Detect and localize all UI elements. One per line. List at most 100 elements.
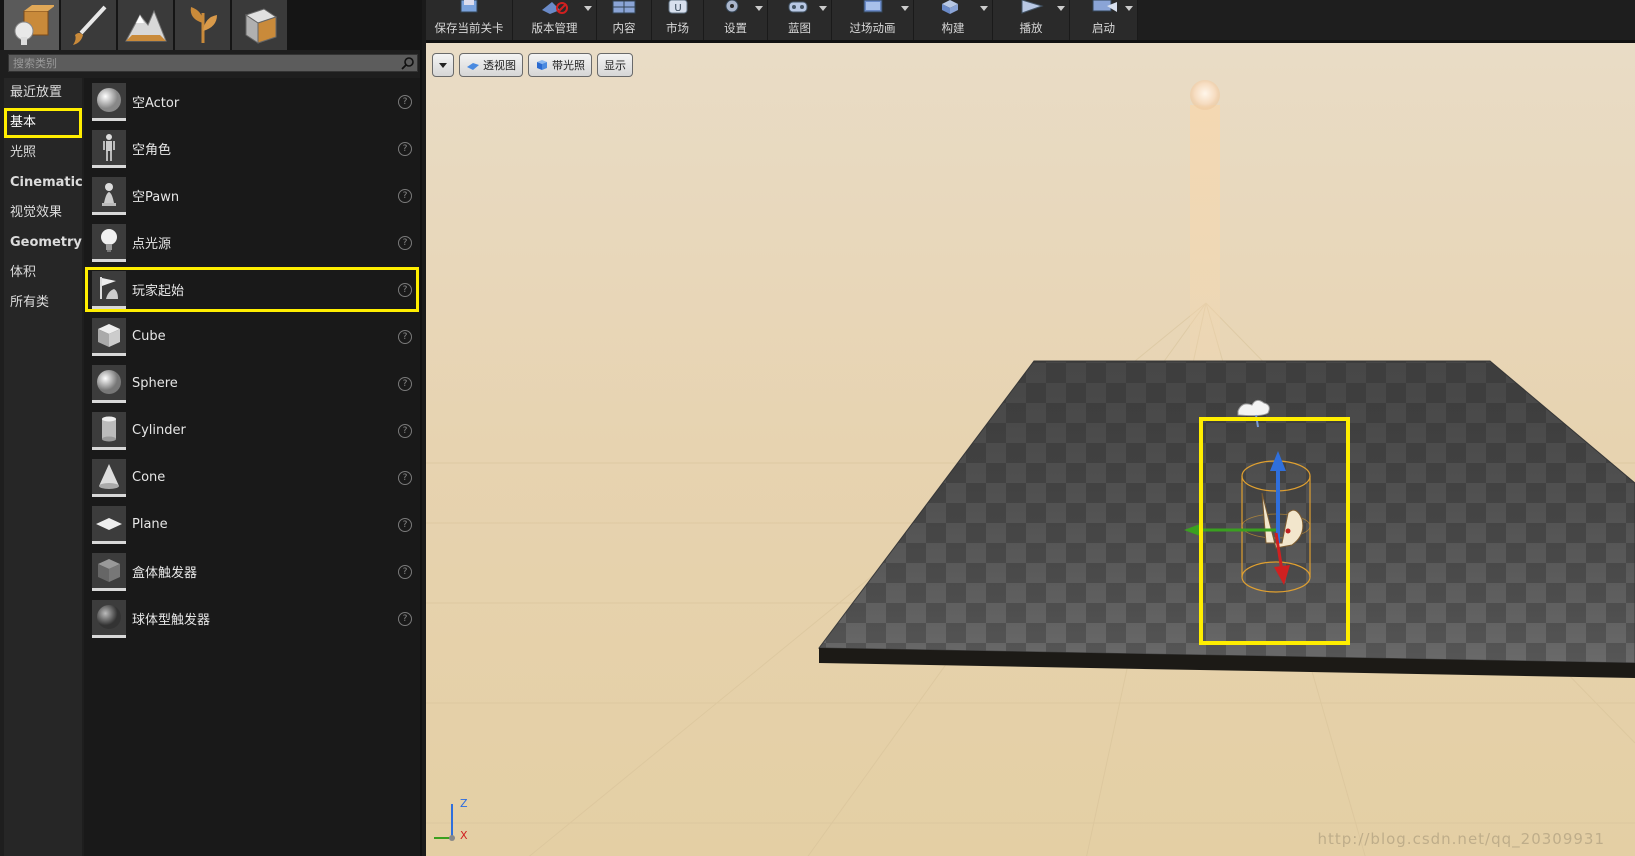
show-button[interactable]: 显示 — [597, 53, 633, 77]
help-icon[interactable]: ? — [398, 517, 412, 532]
item-label: Plane — [132, 517, 168, 532]
toolbar-label: 启动 — [1092, 21, 1115, 35]
viewport-options-button[interactable] — [432, 53, 454, 77]
toolbar-label: 版本管理 — [531, 21, 578, 35]
paint-mode-tab[interactable] — [61, 0, 116, 50]
search-input[interactable] — [9, 55, 399, 71]
axis-x-label: X — [460, 829, 468, 842]
cone-thumb — [92, 458, 126, 497]
launch-button[interactable]: 启动 — [1070, 0, 1138, 40]
cinematics-button[interactable]: 过场动画 — [832, 0, 914, 40]
list-item[interactable]: 空角色 ? — [84, 125, 420, 172]
list-item[interactable]: 球体型触发器 ? — [84, 595, 420, 642]
help-icon[interactable]: ? — [398, 282, 412, 297]
geometry-mode-tab[interactable] — [232, 0, 287, 50]
lit-cube-icon — [537, 60, 547, 70]
list-item[interactable]: 盒体触发器 ? — [84, 548, 420, 595]
settings-button[interactable]: 设置 — [704, 0, 768, 40]
empty-character-thumb — [92, 129, 126, 168]
help-icon[interactable]: ? — [398, 235, 412, 250]
modes-panel: 最近放置 基本 光照 Cinematic 视觉效果 Geometry 体积 所有… — [0, 0, 422, 856]
toolbar-label: 保存当前关卡 — [434, 21, 504, 35]
help-icon[interactable]: ? — [398, 94, 412, 109]
foliage-mode-tab[interactable] — [175, 0, 230, 50]
list-item[interactable]: Cylinder ? — [84, 407, 420, 454]
category-all-classes[interactable]: 所有类 — [4, 288, 82, 318]
source-control-icon — [541, 2, 568, 14]
place-mode-tab[interactable] — [4, 0, 59, 50]
marketplace-button[interactable]: U 市场 — [652, 0, 704, 40]
help-icon[interactable]: ? — [398, 141, 412, 156]
show-label: 显示 — [604, 59, 626, 72]
chevron-down-icon — [980, 6, 988, 11]
toolbar-label: 播放 — [1019, 21, 1043, 35]
list-item[interactable]: 点光源 ? — [84, 219, 420, 266]
chevron-down-icon — [901, 6, 909, 11]
landscape-mode-tab[interactable] — [118, 0, 173, 50]
category-cinematic[interactable]: Cinematic — [4, 168, 83, 198]
foliage-leaf-icon — [190, 7, 217, 43]
list-item[interactable]: Plane ? — [84, 501, 420, 548]
build-icon — [942, 0, 958, 14]
point-light-thumb — [92, 223, 126, 262]
category-basic[interactable]: 基本 — [4, 108, 82, 138]
chevron-down-icon — [819, 6, 827, 11]
cinematics-icon — [863, 0, 882, 13]
help-icon[interactable]: ? — [398, 470, 412, 485]
player-start-thumb — [92, 270, 126, 309]
category-lights[interactable]: 光照 — [4, 138, 82, 168]
category-geometry[interactable]: Geometry — [4, 228, 82, 258]
category-recent[interactable]: 最近放置 — [4, 78, 82, 108]
item-label: 球体型触发器 — [132, 613, 211, 628]
help-icon[interactable]: ? — [398, 188, 412, 203]
sphere-icon — [97, 370, 121, 394]
list-item[interactable]: 空Actor ? — [84, 78, 420, 125]
plane-thumb — [92, 505, 126, 544]
build-button[interactable]: 构建 — [914, 0, 993, 40]
launch-icon — [1092, 0, 1117, 12]
list-item[interactable]: Cube ? — [84, 313, 420, 360]
toolbar-label: 蓝图 — [788, 21, 811, 35]
toolbar-label: 内容 — [612, 21, 636, 35]
blueprint-icon — [788, 1, 807, 13]
help-icon[interactable]: ? — [398, 423, 412, 438]
pawn-icon — [102, 183, 116, 206]
blueprints-button[interactable]: 蓝图 — [768, 0, 832, 40]
search-icon[interactable] — [399, 55, 417, 71]
category-list: 最近放置 基本 光照 Cinematic 视觉效果 Geometry 体积 所有… — [4, 78, 83, 856]
item-label: Cone — [132, 470, 166, 485]
item-label: Cube — [132, 329, 166, 344]
list-item-player-start[interactable]: 玩家起始 ? — [84, 266, 420, 313]
help-icon[interactable]: ? — [398, 329, 412, 344]
perspective-button[interactable]: 透视图 — [459, 53, 523, 77]
item-label: 空Actor — [132, 96, 180, 111]
list-item[interactable]: Cone ? — [84, 454, 420, 501]
list-item[interactable]: 空Pawn ? — [84, 172, 420, 219]
help-icon[interactable]: ? — [398, 611, 412, 626]
sphere-icon — [97, 88, 121, 112]
category-volumes[interactable]: 体积 — [4, 258, 82, 288]
content-button[interactable]: 内容 — [597, 0, 652, 40]
geometry-box-icon — [244, 8, 277, 44]
watermark: http://blog.csdn.net/qq_20309931 — [1317, 830, 1605, 848]
toolbar-empty-area — [1138, 0, 1635, 40]
cube-thumb — [92, 317, 126, 356]
save-level-button[interactable]: 保存当前关卡 — [426, 0, 513, 40]
play-icon — [1021, 0, 1044, 14]
save-icon — [460, 0, 478, 13]
character-icon — [103, 134, 115, 161]
source-control-button[interactable]: 版本管理 — [513, 0, 597, 40]
list-item[interactable]: Sphere ? — [84, 360, 420, 407]
help-icon[interactable]: ? — [398, 376, 412, 391]
perspective-view-icon — [467, 63, 479, 70]
viewport-scene — [426, 43, 1635, 856]
lit-mode-button[interactable]: 带光照 — [528, 53, 592, 77]
help-icon[interactable]: ? — [398, 564, 412, 579]
play-button[interactable]: 播放 — [993, 0, 1070, 40]
category-visual-effects[interactable]: 视觉效果 — [4, 198, 82, 228]
place-actor-icon — [14, 5, 54, 45]
level-viewport[interactable]: 透视图 带光照 显示 Z X http://blog.csdn.net/qq_2… — [426, 40, 1635, 856]
lit-label: 带光照 — [552, 59, 585, 72]
cylinder-icon — [102, 416, 116, 442]
perspective-label: 透视图 — [483, 59, 516, 72]
